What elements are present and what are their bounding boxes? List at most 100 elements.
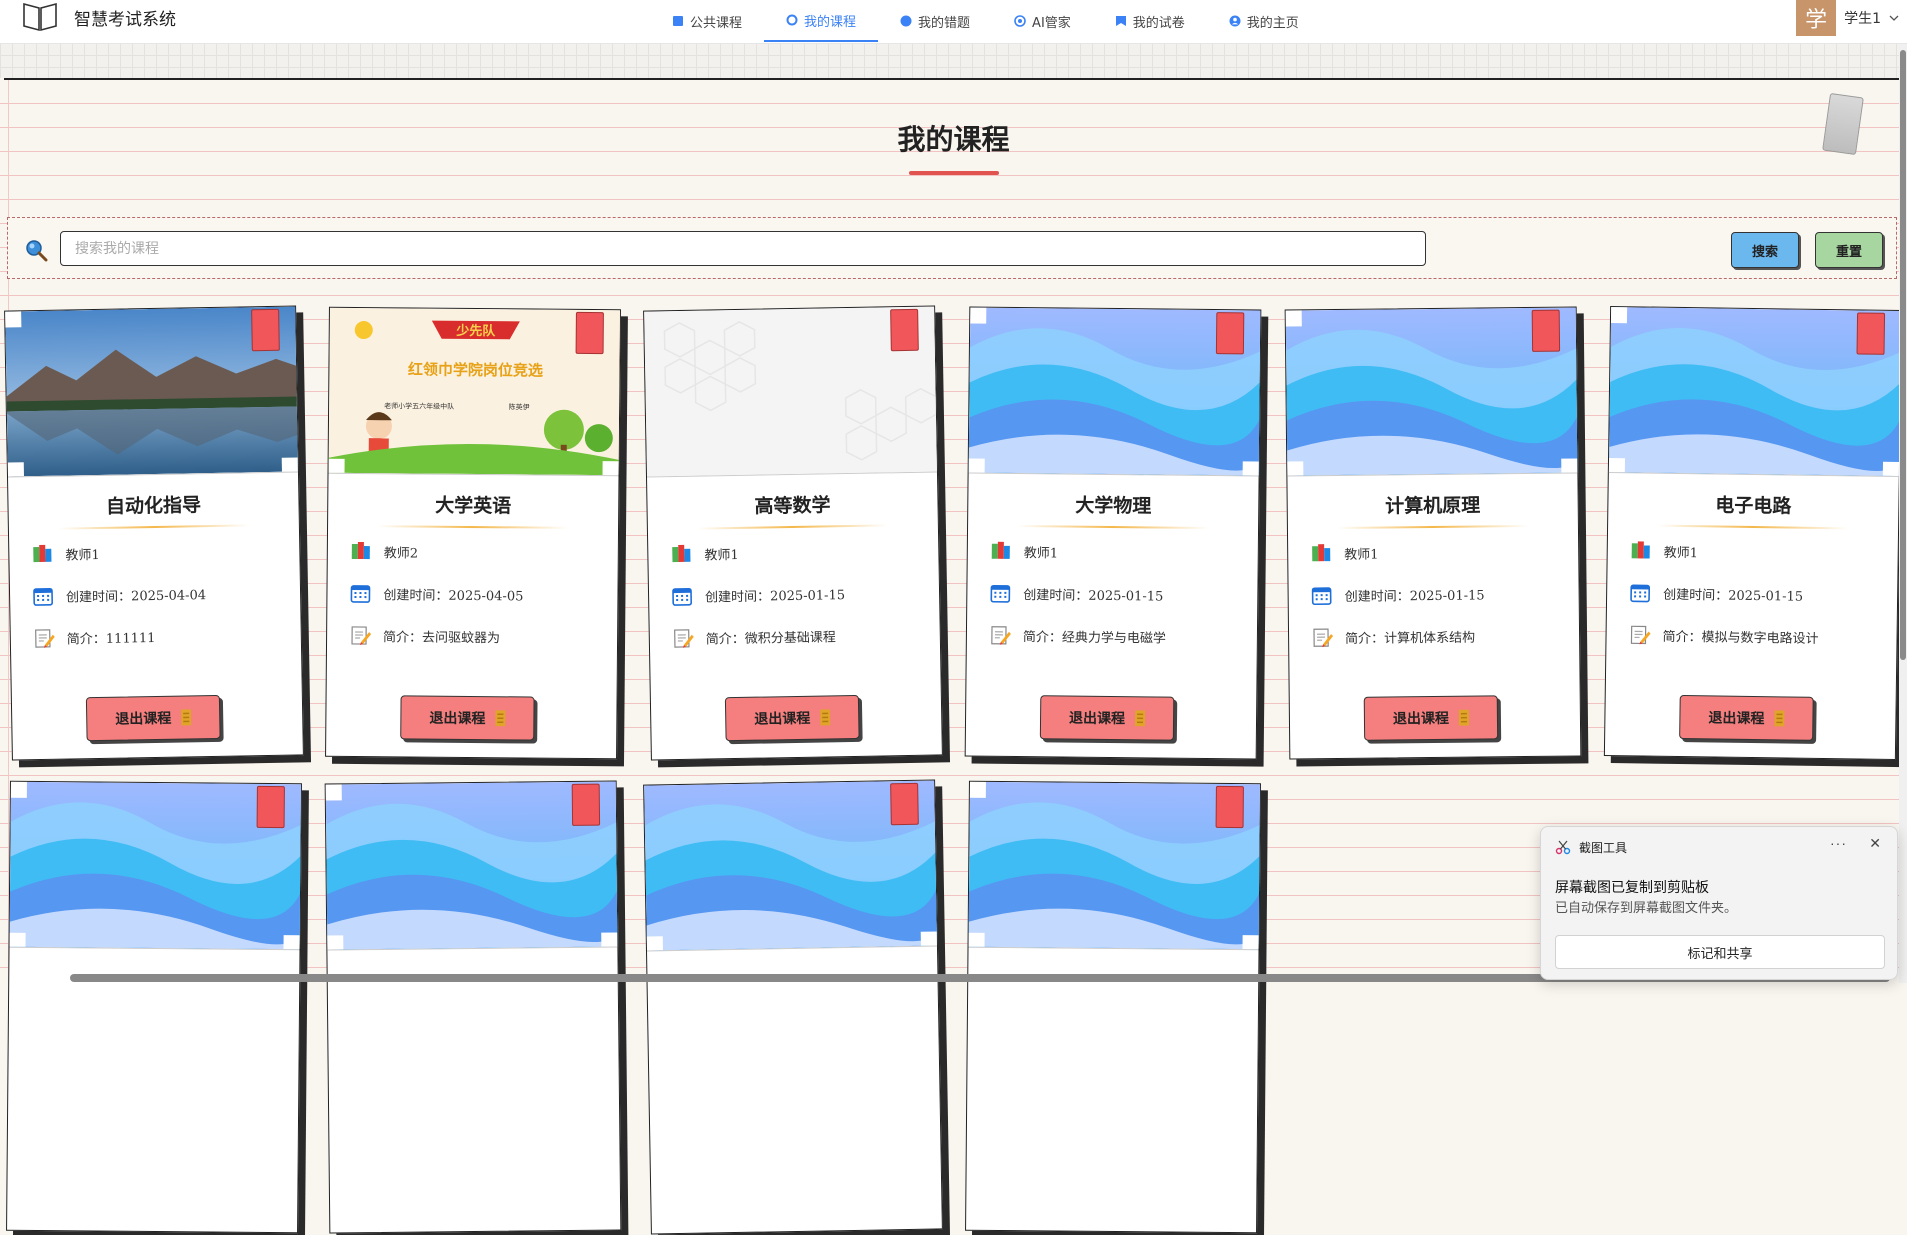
created-row: 创建时间：2025-01-15 bbox=[1629, 581, 1803, 605]
snipping-tool-notification[interactable]: 截图工具 ··· ✕ 屏幕截图已复制到剪贴板 已自动保存到屏幕截图文件夹。 标记… bbox=[1540, 826, 1898, 980]
door-icon bbox=[495, 710, 506, 727]
bookmark-icon bbox=[1115, 16, 1126, 26]
image-corner bbox=[920, 931, 937, 946]
nav-my-mistakes[interactable]: 我的错题 bbox=[878, 0, 992, 42]
search-input[interactable] bbox=[60, 231, 1426, 266]
created-time: 创建时间：2025-01-15 bbox=[1344, 587, 1485, 605]
created-row: 创建时间：2025-04-05 bbox=[349, 582, 523, 606]
vertical-scrollbar-thumb[interactable] bbox=[1900, 50, 1906, 660]
bookmark-tab bbox=[1215, 312, 1245, 355]
course-card[interactable] bbox=[965, 780, 1261, 1234]
image-corner bbox=[7, 462, 24, 477]
image-corner bbox=[325, 784, 342, 801]
memo-icon bbox=[674, 629, 694, 648]
created-row: 创建时间：2025-01-15 bbox=[989, 582, 1163, 606]
memo-icon bbox=[1630, 625, 1651, 645]
course-card[interactable]: 高等数学 教师1 创建时间：2025-01-15 简介：微积分基础课程 退出课程 bbox=[643, 305, 943, 761]
image-corner bbox=[968, 458, 985, 473]
course-intro: 简介：微积分基础课程 bbox=[705, 629, 836, 648]
teacher-row: 教师1 bbox=[31, 542, 100, 565]
course-card[interactable]: 电子电路 教师1 创建时间：2025-01-15 简介：模拟与数字电路设计 退出… bbox=[1603, 305, 1903, 761]
exit-course-button[interactable]: 退出课程 bbox=[400, 695, 535, 741]
course-card[interactable]: 自动化指导 教师1 创建时间：2025-04-04 简介：111111 退出课程 bbox=[4, 305, 304, 761]
toast-title: 屏幕截图已复制到剪贴板 bbox=[1555, 879, 1709, 895]
grid-paper-band bbox=[0, 43, 1907, 78]
course-intro: 简介：111111 bbox=[66, 630, 156, 648]
course-title: 高等数学 bbox=[754, 494, 831, 518]
title-underline bbox=[697, 524, 888, 530]
chevron-down-icon[interactable] bbox=[1889, 13, 1899, 23]
course-card[interactable]: 计算机原理 教师1 创建时间：2025-01-15 简介：计算机体系结构 退出课… bbox=[1284, 306, 1582, 760]
exit-course-button[interactable]: 退出课程 bbox=[1679, 694, 1814, 741]
image-corner bbox=[1561, 458, 1578, 473]
reset-button[interactable]: 重置 bbox=[1815, 232, 1883, 268]
created-time: 创建时间：2025-04-05 bbox=[383, 587, 524, 604]
bookmark-tab bbox=[575, 311, 604, 355]
nav-my-courses[interactable]: 我的课程 bbox=[764, 0, 879, 42]
more-options-icon[interactable]: ··· bbox=[1830, 835, 1847, 851]
teacher-row: 教师1 bbox=[1310, 542, 1379, 565]
bookmark-tab bbox=[1856, 312, 1886, 355]
markup-share-button[interactable]: 标记和共享 bbox=[1555, 935, 1885, 969]
created-time: 创建时间：2025-01-15 bbox=[1663, 587, 1804, 605]
memo-icon bbox=[991, 626, 1011, 645]
exit-course-button[interactable]: 退出课程 bbox=[1039, 695, 1175, 741]
course-card[interactable] bbox=[6, 780, 302, 1234]
memo-icon bbox=[1313, 628, 1334, 648]
toast-app-name: 截图工具 bbox=[1579, 841, 1628, 855]
created-time: 创建时间：2025-01-15 bbox=[1023, 587, 1164, 605]
title-underline bbox=[1337, 525, 1528, 529]
exit-course-button[interactable]: 退出课程 bbox=[1363, 695, 1499, 741]
search-button[interactable]: 搜索 bbox=[1731, 232, 1799, 268]
created-time: 创建时间：2025-01-15 bbox=[704, 587, 846, 606]
title-underline bbox=[1018, 525, 1209, 529]
main-nav: 公共课程 我的课程 我的错题 AI管家 我的试卷 我的主页 bbox=[650, 0, 1321, 43]
poster-sub-right: 陈英伊 bbox=[509, 402, 530, 411]
nav-label: 我的课程 bbox=[804, 14, 857, 30]
exit-course-label: 退出课程 bbox=[754, 710, 811, 728]
exit-course-button[interactable]: 退出课程 bbox=[85, 694, 221, 742]
app-title: 智慧考试系统 bbox=[74, 10, 176, 30]
user-name[interactable]: 学生1 bbox=[1844, 8, 1881, 28]
nav-my-papers[interactable]: 我的试卷 bbox=[1093, 0, 1207, 42]
nav-public-courses[interactable]: 公共课程 bbox=[650, 0, 764, 42]
avatar[interactable]: 学 bbox=[1796, 0, 1837, 36]
user-menu[interactable]: 学 学生1 bbox=[1796, 0, 1899, 36]
course-card[interactable] bbox=[324, 780, 622, 1234]
calendar-icon bbox=[1311, 587, 1332, 606]
target-icon bbox=[1014, 15, 1026, 27]
poster-banner: 少先队 bbox=[455, 323, 496, 339]
course-intro: 简介：经典力学与电磁学 bbox=[1022, 629, 1166, 647]
title-underline bbox=[378, 525, 569, 529]
image-corner bbox=[5, 311, 22, 328]
image-corner bbox=[602, 461, 619, 476]
image-corner bbox=[10, 781, 27, 798]
course-card[interactable] bbox=[643, 779, 943, 1235]
image-corner bbox=[9, 932, 26, 947]
search-panel: 搜索 重置 bbox=[7, 217, 1897, 279]
course-card[interactable]: 少先队 红领巾学院岗位竞选 老师小学五六年级中队 陈英伊 大学英语 教师2 创建… bbox=[325, 306, 621, 760]
course-title: 大学物理 bbox=[1075, 494, 1152, 518]
calendar-icon bbox=[990, 584, 1011, 603]
title-underline bbox=[909, 171, 999, 175]
calendar-icon bbox=[1630, 584, 1651, 603]
bookmark-tab bbox=[1531, 309, 1561, 352]
open-book-logo-icon[interactable] bbox=[22, 0, 58, 32]
created-row: 创建时间：2025-01-15 bbox=[1311, 582, 1485, 606]
poster-headline: 红领巾学院岗位竞选 bbox=[408, 360, 543, 379]
nav-ai-assistant[interactable]: AI管家 bbox=[992, 0, 1093, 42]
memo-icon bbox=[351, 626, 372, 646]
nav-label: 我的错题 bbox=[918, 15, 971, 31]
image-corner bbox=[327, 935, 344, 950]
image-corner bbox=[1882, 461, 1900, 477]
course-title: 计算机原理 bbox=[1385, 494, 1481, 518]
exit-course-button[interactable]: 退出课程 bbox=[724, 694, 860, 742]
door-icon bbox=[1458, 709, 1470, 726]
course-card[interactable]: 大学物理 教师1 创建时间：2025-01-15 简介：经典力学与电磁学 退出课… bbox=[964, 306, 1262, 760]
memo-icon bbox=[35, 629, 55, 648]
poster-sub-left: 老师小学五六年级中队 bbox=[384, 401, 454, 411]
close-icon[interactable]: ✕ bbox=[1869, 835, 1881, 852]
image-corner bbox=[283, 935, 300, 950]
nav-my-home[interactable]: 我的主页 bbox=[1207, 0, 1321, 42]
intro-row: 简介：微积分基础课程 bbox=[672, 624, 836, 649]
